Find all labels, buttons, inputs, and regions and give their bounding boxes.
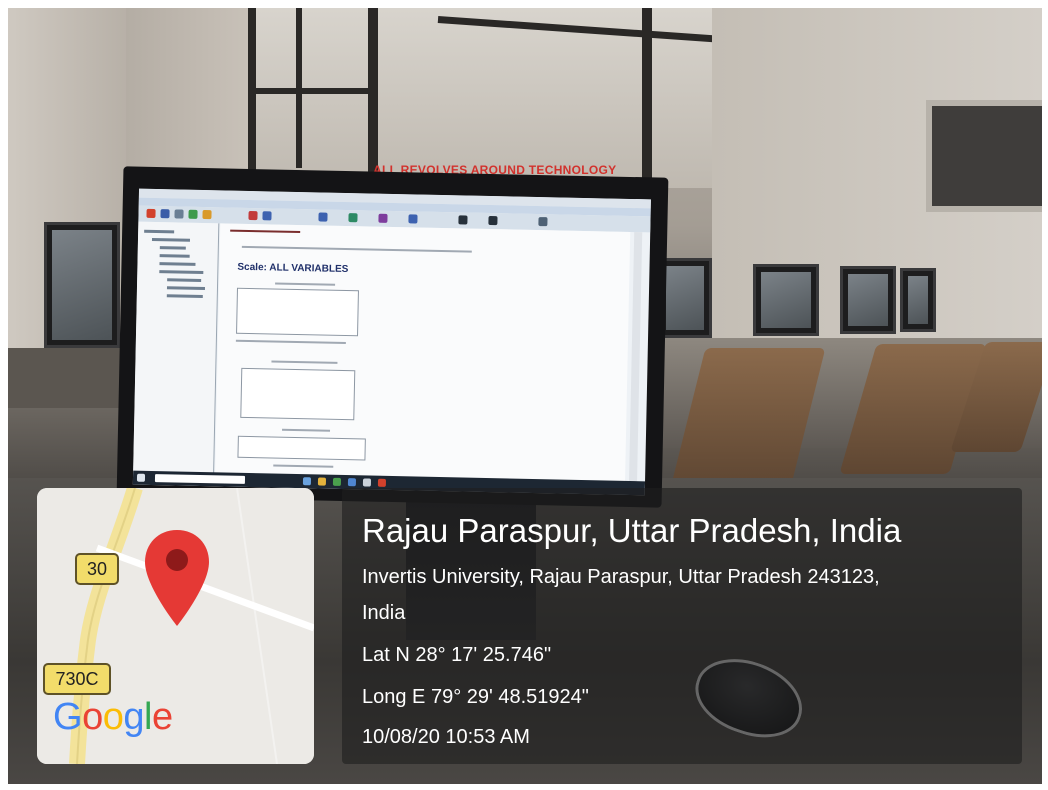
background-monitor — [840, 266, 896, 334]
monitor-screen: Scale: ALL VARIABLES — [132, 188, 651, 496]
screen-output-pane: Scale: ALL VARIABLES — [215, 223, 631, 482]
location-title: Rajau Paraspur, Uttar Pradesh, India — [362, 512, 902, 549]
map-thumbnail: 30 730C Google — [37, 488, 314, 764]
timestamp: 10/08/20 10:53 AM — [362, 726, 530, 748]
screen-outline-tree — [133, 221, 220, 474]
map-pin-icon — [145, 530, 209, 626]
desk — [8, 348, 128, 408]
background-monitor — [753, 264, 819, 336]
monitor: Scale: ALL VARIABLES — [116, 166, 669, 508]
address-line-2: India — [362, 602, 406, 624]
geotag-info-panel: Rajau Paraspur, Uttar Pradesh, India Inv… — [342, 488, 1022, 764]
output-heading: Scale: ALL VARIABLES — [237, 261, 349, 276]
background-monitor — [900, 268, 936, 332]
road-shield-730c: 730C — [43, 663, 111, 695]
background-monitor — [44, 222, 120, 348]
longitude: Long E 79° 29' 48.51924" — [362, 686, 589, 708]
air-conditioner — [926, 100, 1042, 212]
screen-scrollbar — [629, 232, 643, 483]
window-frame — [248, 88, 378, 94]
road-shield-30: 30 — [75, 553, 119, 585]
address-line-1: Invertis University, Rajau Paraspur, Utt… — [362, 566, 880, 588]
google-logo: Google — [53, 696, 173, 738]
latitude: Lat N 28° 17' 25.746" — [362, 644, 552, 666]
